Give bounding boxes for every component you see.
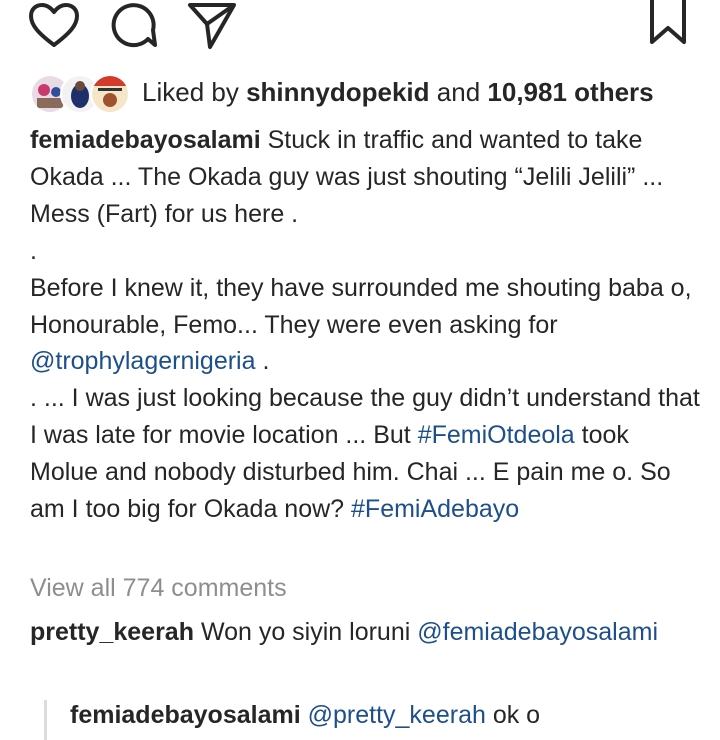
caption-paragraph: femiadebayosalami Stuck in traffic and w…: [30, 122, 700, 233]
comment-item: pretty_keerah Won yo siyin loruni @femia…: [30, 614, 700, 650]
caption-text: Before I knew it, they have surrounded m…: [30, 273, 692, 339]
reply-text: ok o: [492, 701, 541, 729]
view-all-comments-link[interactable]: View all 774 comments: [30, 574, 287, 603]
heart-icon[interactable]: [28, 2, 80, 48]
caption-paragraph: Before I knew it, they have surrounded m…: [30, 270, 700, 381]
caption-text: .: [262, 347, 270, 376]
likes-count[interactable]: 10,981 others: [487, 77, 653, 107]
caption-dot-line: .: [30, 236, 37, 265]
comment-icon[interactable]: [108, 0, 158, 50]
reply-mention-link[interactable]: @pretty_keerah: [308, 701, 486, 729]
caption-hashtag-link[interactable]: #FemiOtdeola: [418, 421, 575, 449]
caption-paragraph: . ... I was just looking because the guy…: [30, 380, 700, 528]
caption-mention-link[interactable]: @trophylagernigeria: [30, 347, 256, 375]
bookmark-icon[interactable]: [646, 0, 690, 46]
liker-avatars[interactable]: [30, 72, 130, 114]
liked-by-label: Liked by: [142, 76, 239, 107]
liked-by-text: Liked by shinnydopekid and 10,981 others: [142, 77, 654, 108]
reply-item: femiadebayosalami @pretty_keerah ok o: [70, 697, 540, 733]
caption-author[interactable]: femiadebayosalami: [30, 126, 261, 154]
comment-username[interactable]: pretty_keerah: [30, 618, 194, 646]
reply-username[interactable]: femiadebayosalami: [70, 701, 301, 729]
liker-username[interactable]: shinnydopekid: [246, 77, 429, 107]
liked-by-connector: and: [436, 76, 481, 107]
likes-summary: Liked by shinnydopekid and 10,981 others: [30, 72, 654, 114]
reply-thread-line: [44, 700, 47, 740]
comment-mention-link[interactable]: @femiadebayosalami: [417, 618, 658, 646]
post-caption: femiadebayosalami Stuck in traffic and w…: [30, 122, 700, 528]
share-icon[interactable]: [186, 0, 238, 50]
post-action-bar: [0, 0, 720, 50]
avatar: [90, 74, 130, 114]
comment-text: Won yo siyin loruni: [200, 618, 411, 646]
caption-hashtag-link[interactable]: #FemiAdebayo: [351, 495, 519, 523]
